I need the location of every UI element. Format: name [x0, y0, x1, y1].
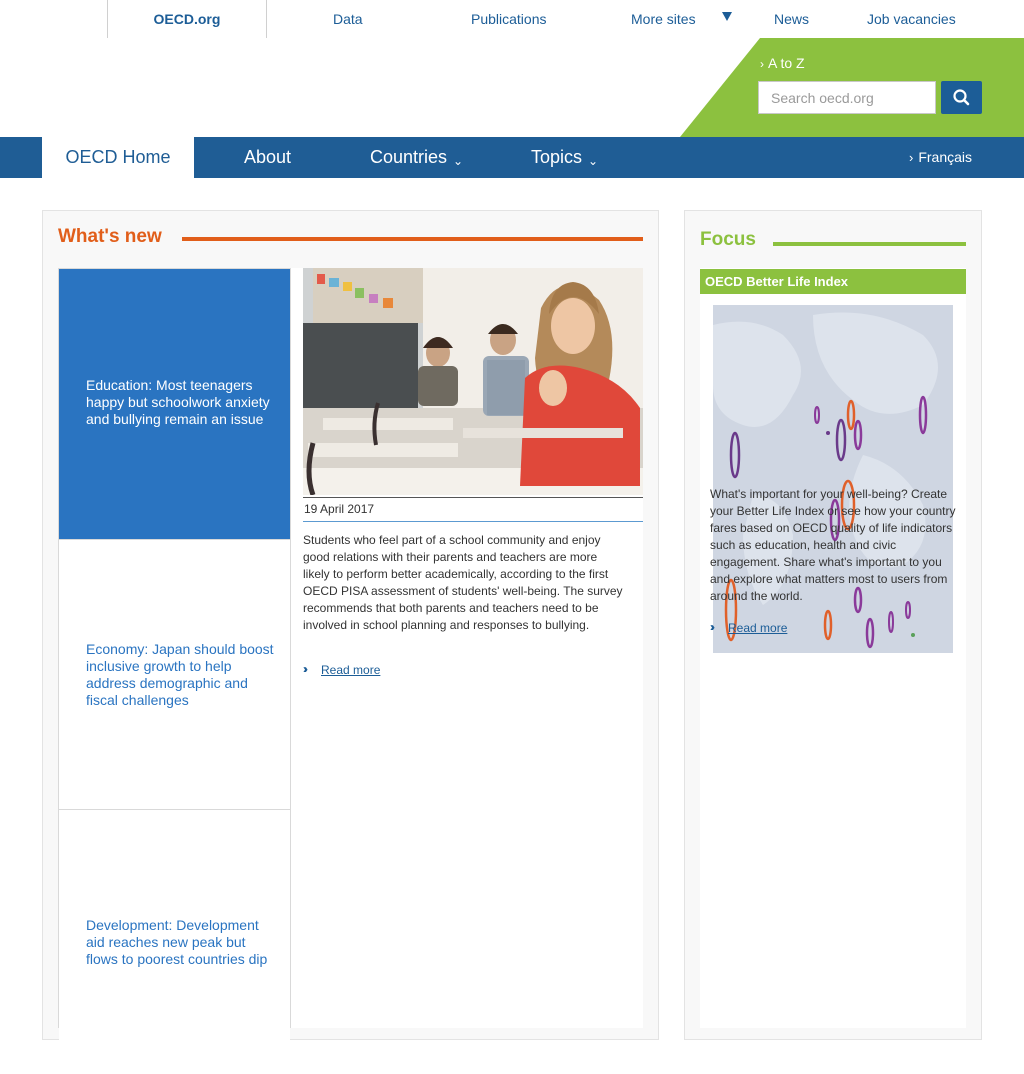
main-nav: OECD Home About Countries ⌄ Topics ⌄ › Fran… [0, 137, 1024, 178]
double-chevron-right-icon: ›› [303, 662, 308, 676]
top-link-oecd-org[interactable]: OECD.org [107, 0, 267, 38]
date-rule [303, 521, 643, 522]
chevron-down-icon: ⌄ [588, 154, 599, 168]
story-list: Education: Most teenagers happy but scho… [58, 268, 291, 1074]
search-icon [953, 89, 970, 106]
whats-new-rule [182, 237, 643, 241]
chevron-right-icon: › [909, 150, 914, 165]
top-link-publications[interactable]: Publications [471, 0, 547, 38]
top-link-data[interactable]: Data [333, 0, 363, 38]
nav-about[interactable]: About [244, 137, 291, 178]
better-life-index-title[interactable]: OECD Better Life Index [700, 269, 966, 294]
story-date: 19 April 2017 [304, 502, 375, 516]
story-label: Development: Development aid reaches new… [86, 916, 268, 967]
date-top-rule [303, 497, 643, 498]
a-to-z-label: A to Z [768, 55, 805, 71]
featured-story-photo[interactable] [303, 268, 643, 495]
search-button[interactable] [941, 81, 982, 114]
top-bar: OECD.org Data Publications More sites Ne… [0, 0, 1024, 39]
focus-read-more-link[interactable]: Read more [728, 621, 787, 635]
nav-countries-label: Countries [370, 147, 448, 167]
top-link-news[interactable]: News [774, 0, 809, 38]
story-item-economy[interactable]: Economy: Japan should boost inclusive gr… [59, 539, 290, 809]
top-link-job-vacancies[interactable]: Job vacancies [867, 0, 956, 38]
chevron-down-icon: ⌄ [453, 154, 464, 168]
top-link-more-sites[interactable]: More sites [631, 0, 696, 38]
top-bar-spacer [0, 0, 107, 37]
story-item-education[interactable]: Education: Most teenagers happy but scho… [59, 269, 290, 539]
search-input[interactable] [758, 81, 936, 114]
story-label: Education: Most teenagers happy but scho… [86, 376, 270, 427]
story-item-development[interactable]: Development: Development aid reaches new… [59, 809, 290, 1074]
better-life-index-text: What's important for your well-being? Cr… [710, 487, 956, 603]
whats-new-heading: What's new [58, 226, 162, 247]
nav-topics-label: Topics [531, 147, 583, 167]
language-label: Français [918, 149, 973, 165]
focus-rule [773, 242, 966, 246]
more-sites-dropdown-icon[interactable] [722, 12, 732, 21]
focus-heading: Focus [700, 229, 756, 250]
story-summary: Students who feel part of a school commu… [303, 533, 623, 632]
language-link[interactable]: › Français [909, 137, 972, 178]
nav-countries[interactable]: Countries ⌄ [370, 137, 463, 178]
chevron-right-icon: › [760, 57, 764, 71]
a-to-z-link[interactable]: › A to Z [760, 55, 805, 71]
story-label: Economy: Japan should boost inclusive gr… [86, 640, 274, 708]
nav-oecd-home[interactable]: OECD Home [42, 137, 194, 178]
nav-topics[interactable]: Topics ⌄ [531, 137, 598, 178]
whats-new-read-more-link[interactable]: Read more [321, 663, 380, 677]
double-chevron-right-icon: ›› [710, 620, 715, 634]
